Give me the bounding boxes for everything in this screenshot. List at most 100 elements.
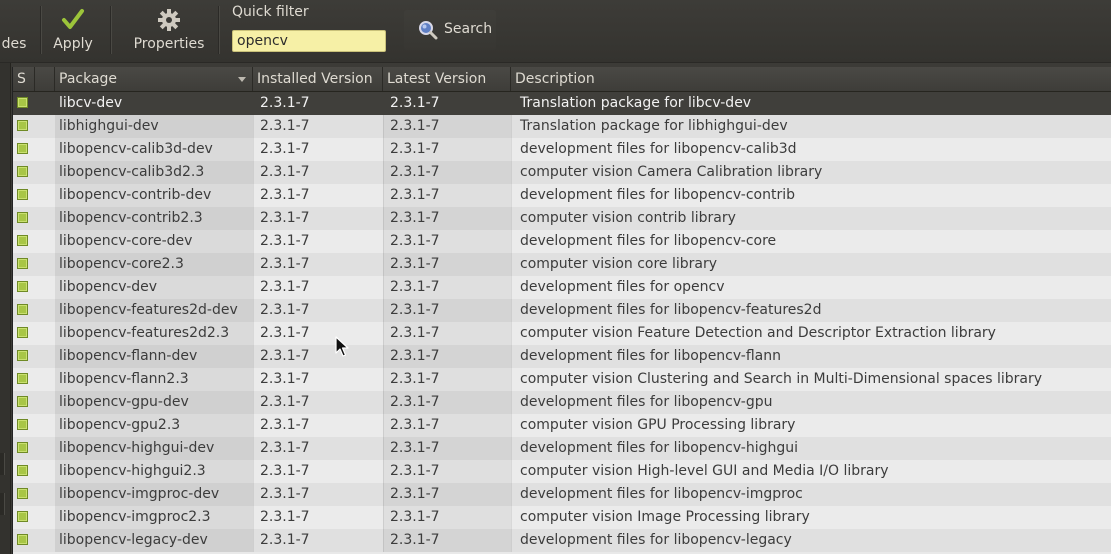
table-row[interactable]: libopencv-features2d-dev 2.3.1-7 2.3.1-7 de… [13,299,1111,322]
status-cell[interactable] [13,207,35,230]
package-name: libopencv-imgproc2.3 [55,506,253,529]
status-checkbox[interactable] [17,488,28,499]
status-checkbox[interactable] [17,212,28,223]
status-checkbox[interactable] [17,189,28,200]
installed-version: 2.3.1-7 [253,230,383,253]
table-row[interactable]: libopencv-imgproc-dev 2.3.1-7 2.3.1-7 devel… [13,483,1111,506]
status-cell[interactable] [13,276,35,299]
status-checkbox[interactable] [17,120,28,131]
status-checkbox[interactable] [17,419,28,430]
table-row[interactable]: libopencv-highgui2.3 2.3.1-7 2.3.1-7 comput… [13,460,1111,483]
magnifier-icon [419,21,438,40]
spacer-cell [35,437,55,460]
installed-version: 2.3.1-7 [253,414,383,437]
status-checkbox[interactable] [17,166,28,177]
toolbar: des Apply Properties Quick filter opencv… [0,0,1111,63]
status-checkbox[interactable] [17,143,28,154]
quick-filter-input[interactable] [232,30,386,52]
status-checkbox[interactable] [17,511,28,522]
package-description: computer vision Camera Calibration libra… [511,161,1111,184]
package-name: libopencv-flann-dev [55,345,253,368]
status-cell[interactable] [13,529,35,552]
column-header-package-label: Package [59,71,118,87]
table-row[interactable]: libhighgui-dev 2.3.1-7 2.3.1-7 Translation … [13,115,1111,138]
quick-filter-label: Quick filter [232,4,309,20]
search-label: Search [444,21,493,37]
package-description: Translation package for libcv-dev [520,95,752,111]
status-cell[interactable] [13,414,35,437]
status-cell[interactable] [13,161,35,184]
table-row[interactable]: libopencv-gpu2.3 2.3.1-7 2.3.1-7 computer v… [13,414,1111,437]
left-pane-edge [0,63,11,554]
status-checkbox[interactable] [17,465,28,476]
package-name: libcv-dev [59,95,123,111]
toolbar-separator [40,6,42,54]
table-row[interactable]: libopencv-calib3d-dev 2.3.1-7 2.3.1-7 devel… [13,138,1111,161]
status-checkbox[interactable] [17,235,28,246]
status-checkbox[interactable] [17,396,28,407]
apply-button[interactable]: Apply [48,0,98,58]
quick-filter: Quick filter [232,4,392,52]
status-checkbox[interactable] [17,373,28,384]
status-cell[interactable] [13,184,35,207]
properties-button[interactable]: Properties [128,0,210,58]
installed-version: 2.3.1-7 [253,253,383,276]
table-row[interactable]: libopencv-imgproc2.3 2.3.1-7 2.3.1-7 comput… [13,506,1111,529]
package-description: development files for opencv [511,276,1111,299]
column-header-status[interactable]: S [13,67,35,91]
installed-version: 2.3.1-7 [253,368,383,391]
column-header-installed-version[interactable]: Installed Version [253,67,383,91]
latest-version: 2.3.1-7 [383,345,511,368]
status-checkbox[interactable] [17,258,28,269]
spacer-cell [35,230,55,253]
column-header-description[interactable]: Description [511,67,1111,91]
status-checkbox[interactable] [17,97,28,108]
table-row[interactable]: libcv-dev 2.3.1-7 2.3.1-7 Translation packa… [13,92,1111,115]
status-cell[interactable] [13,506,35,529]
status-cell[interactable] [13,322,35,345]
status-cell[interactable] [13,437,35,460]
status-checkbox[interactable] [17,281,28,292]
package-name: libopencv-features2d2.3 [55,322,253,345]
table-row[interactable]: libopencv-highgui-dev 2.3.1-7 2.3.1-7 devel… [13,437,1111,460]
column-header-latest-version[interactable]: Latest Version [383,67,511,91]
pane-notch [0,493,5,515]
status-cell[interactable] [13,345,35,368]
status-codes-button[interactable]: des [0,0,34,58]
table-row[interactable]: libopencv-flann2.3 2.3.1-7 2.3.1-7 computer… [13,368,1111,391]
table-row[interactable]: libopencv-legacy-dev 2.3.1-7 2.3.1-7 develo… [13,529,1111,552]
table-row[interactable]: libopencv-features2d2.3 2.3.1-7 2.3.1-7 com… [13,322,1111,345]
table-row[interactable]: libopencv-calib3d2.3 2.3.1-7 2.3.1-7 comput… [13,161,1111,184]
status-cell[interactable] [13,138,35,161]
status-cell[interactable] [13,115,35,138]
status-cell[interactable] [13,299,35,322]
installed-version: 2.3.1-7 [253,207,383,230]
status-checkbox[interactable] [17,442,28,453]
table-row[interactable]: libopencv-contrib2.3 2.3.1-7 2.3.1-7 comput… [13,207,1111,230]
table-row[interactable]: libopencv-dev 2.3.1-7 2.3.1-7 development f… [13,276,1111,299]
installed-version: 2.3.1-7 [253,276,383,299]
status-checkbox[interactable] [17,534,28,545]
status-cell[interactable] [13,460,35,483]
pane-notch [0,453,5,475]
column-header-package[interactable]: Package [55,67,253,91]
status-cell[interactable] [13,230,35,253]
status-cell[interactable] [13,253,35,276]
package-rows: libcv-dev 2.3.1-7 2.3.1-7 Translation packa… [13,92,1111,552]
status-cell[interactable] [13,368,35,391]
search-button[interactable]: Search [404,10,496,50]
package-name: libopencv-gpu-dev [55,391,253,414]
status-checkbox[interactable] [17,350,28,361]
table-row[interactable]: libopencv-gpu-dev 2.3.1-7 2.3.1-7 developme… [13,391,1111,414]
table-row[interactable]: libopencv-contrib-dev 2.3.1-7 2.3.1-7 devel… [13,184,1111,207]
status-checkbox[interactable] [17,304,28,315]
package-list[interactable]: S Package Installed Version Latest Versi… [12,67,1111,554]
package-name: libopencv-legacy-dev [55,529,253,552]
table-row[interactable]: libopencv-core-dev 2.3.1-7 2.3.1-7 developm… [13,230,1111,253]
status-cell[interactable] [13,483,35,506]
status-cell[interactable] [13,391,35,414]
table-row[interactable]: libopencv-flann-dev 2.3.1-7 2.3.1-7 develop… [13,345,1111,368]
table-row[interactable]: libopencv-core2.3 2.3.1-7 2.3.1-7 computer … [13,253,1111,276]
status-checkbox[interactable] [17,327,28,338]
status-cell[interactable] [13,92,35,115]
